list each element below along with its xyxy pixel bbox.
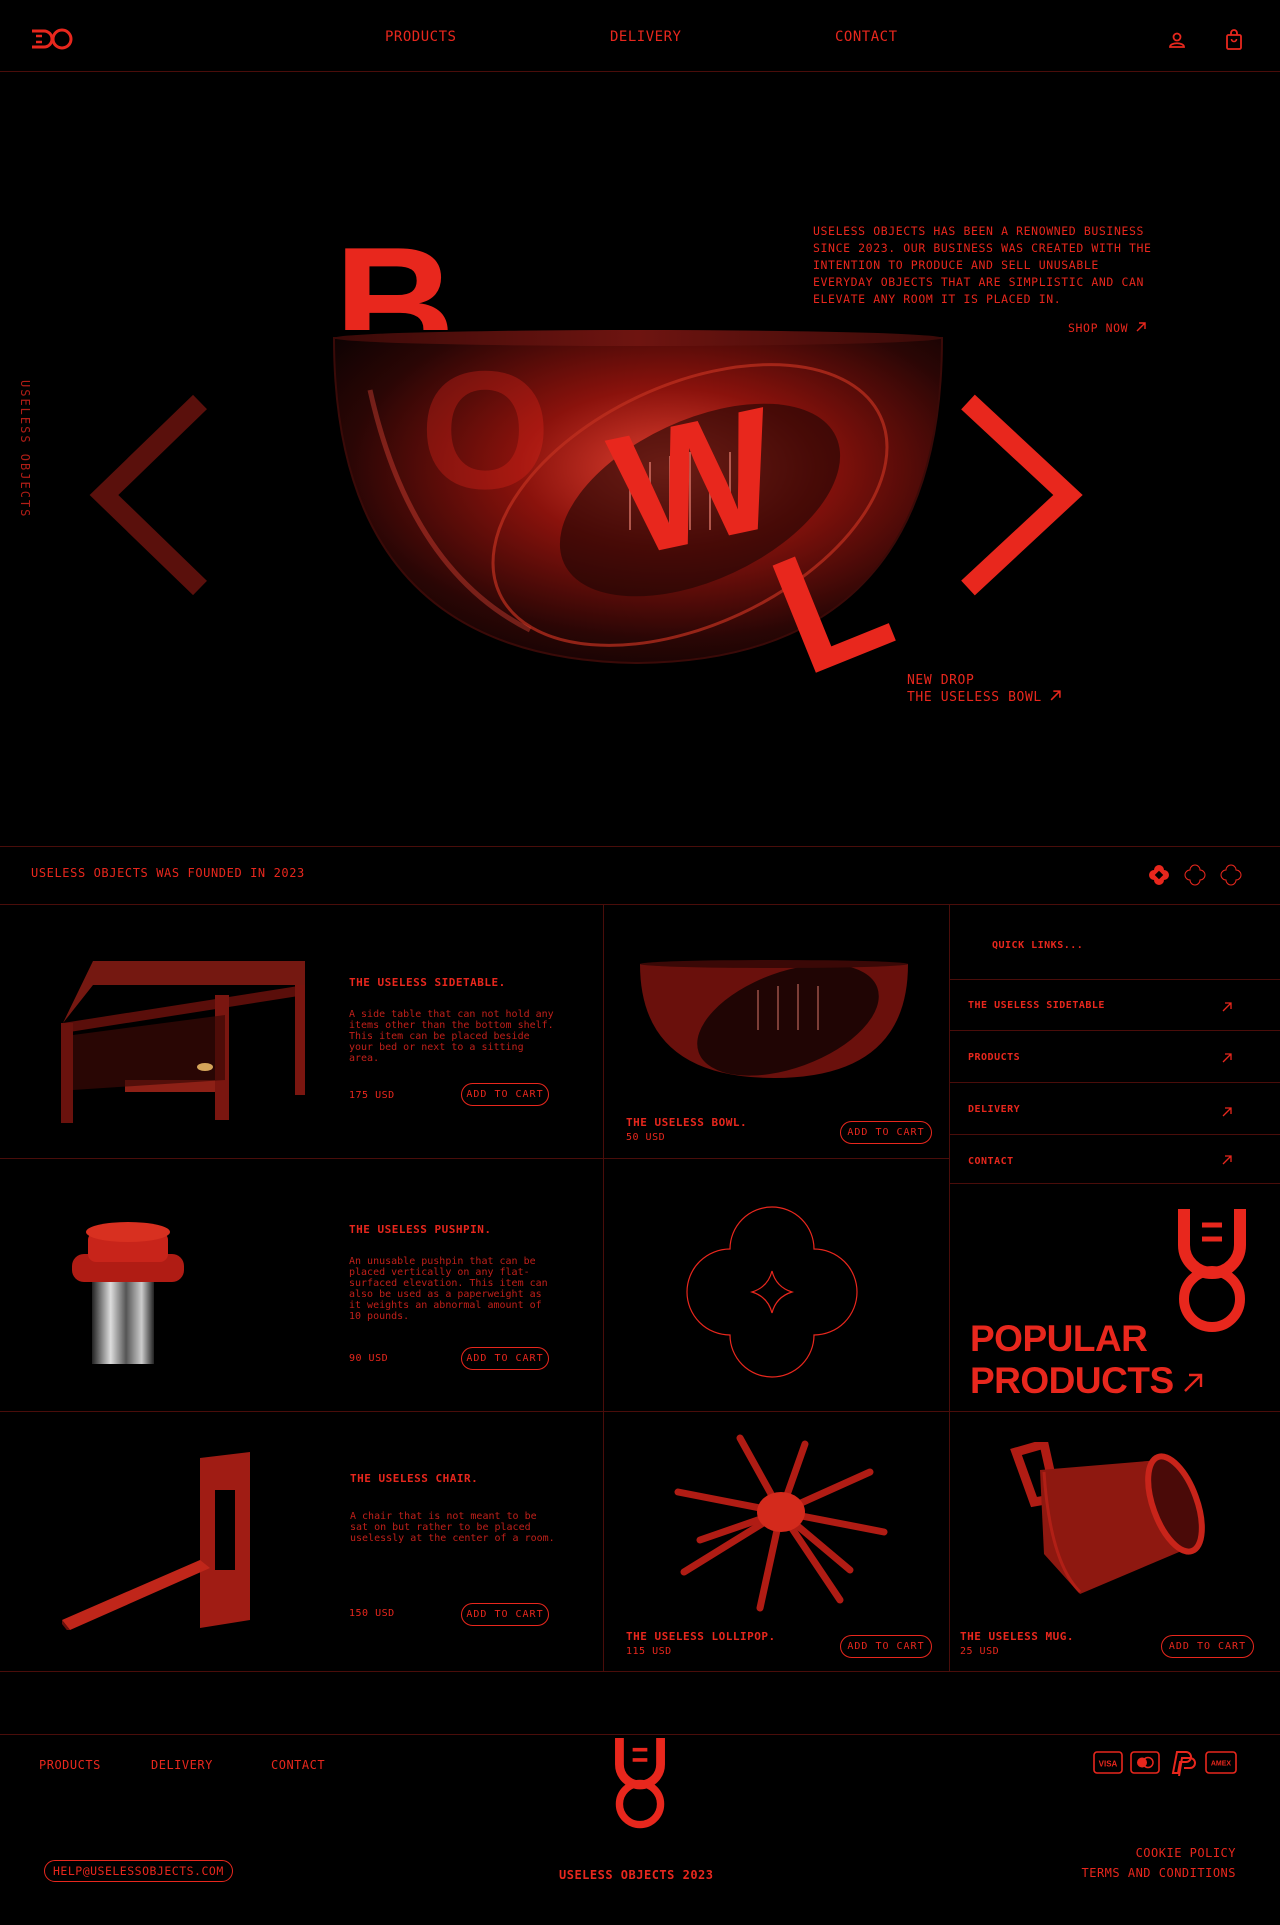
chair-title: THE USELESS CHAIR.: [350, 1472, 479, 1485]
hero-letter-b: B: [334, 222, 456, 330]
quick-link-label: THE USELESS SIDETABLE: [968, 1000, 1105, 1011]
user-icon: [1169, 32, 1185, 48]
slider-dots: [1148, 864, 1248, 890]
nav-delivery[interactable]: DELIVERY: [610, 29, 681, 45]
ql-divider: [949, 979, 1280, 980]
shopping-bag-icon: [1226, 29, 1242, 50]
prev-arrow-icon[interactable]: [88, 394, 210, 596]
shop-now-label: SHOP NOW: [1068, 321, 1129, 335]
chair-add-to-cart[interactable]: ADD TO CART: [461, 1603, 549, 1626]
mug-title: THE USELESS MUG.: [960, 1630, 1074, 1643]
pushpin-title: THE USELESS PUSHPIN.: [349, 1223, 492, 1236]
amex-icon: AMEX: [1205, 1751, 1237, 1774]
ql-divider: [949, 1030, 1280, 1031]
mug-add-to-cart[interactable]: ADD TO CART: [1161, 1635, 1254, 1658]
chair-price: 150 USD: [349, 1608, 395, 1619]
grid-hline-row1: [0, 1158, 950, 1159]
banner-text: USELESS OBJECTS WAS FOUNDED IN 2023: [31, 866, 305, 880]
popular-line2: PRODUCTS: [970, 1360, 1174, 1401]
flower-dot-icon[interactable]: [1184, 864, 1206, 886]
grid-vline-1: [603, 904, 604, 1671]
sidetable-add-to-cart[interactable]: ADD TO CART: [461, 1083, 549, 1106]
footer-copyright: USELESS OBJECTS 2023: [559, 1868, 714, 1882]
lollipop-image: [670, 1432, 892, 1618]
payment-methods: VISA AMEX: [1093, 1750, 1237, 1780]
sidetable-title: THE USELESS SIDETABLE.: [349, 976, 506, 989]
hero-about-text: USELESS OBJECTS HAS BEEN A RENOWNED BUSI…: [813, 224, 1152, 306]
terms-link[interactable]: TERMS AND CONDITIONS: [1082, 1866, 1237, 1880]
header-divider: [0, 71, 1280, 72]
bowl-price: 50 USD: [626, 1132, 666, 1143]
hero-letter-o: O: [420, 336, 551, 524]
quick-links-title: QUICK LINKS...: [992, 940, 1084, 951]
quick-link-label: DELIVERY: [968, 1104, 1021, 1115]
flower-emblem: [682, 1205, 862, 1384]
quick-link-label: CONTACT: [968, 1156, 1014, 1167]
nav-products[interactable]: PRODUCTS: [385, 29, 456, 45]
next-arrow-icon[interactable]: [960, 394, 1090, 596]
flower-dot-icon[interactable]: [1220, 864, 1242, 886]
mastercard-icon: [1130, 1751, 1160, 1774]
sidetable-desc: A side table that can not hold any items…: [349, 1009, 554, 1064]
arrow-up-right-icon: [1222, 1107, 1232, 1117]
footer-email[interactable]: HELP@USELESSOBJECTS.COM: [44, 1860, 233, 1882]
sidetable-image: [55, 955, 310, 1134]
bowl-image: [638, 960, 910, 1084]
svg-text:VISA: VISA: [1099, 1760, 1118, 1769]
ql-divider: [949, 1134, 1280, 1135]
new-drop-link[interactable]: NEW DROP THE USELESS BOWL: [907, 672, 1061, 706]
arrow-up-right-icon: [1050, 690, 1061, 701]
cart-button[interactable]: [1224, 29, 1244, 51]
popular-line1: POPULAR: [970, 1318, 1148, 1359]
hero-vertical-text: USELESS OBJECTS: [18, 380, 32, 519]
quick-link-label: PRODUCTS: [968, 1052, 1021, 1063]
paypal-icon: [1171, 1751, 1196, 1777]
popular-products-heading[interactable]: POPULAR PRODUCTS: [970, 1318, 1203, 1402]
visa-icon: VISA: [1093, 1751, 1123, 1774]
grid-vline-2: [949, 904, 950, 1671]
bowl-title: THE USELESS BOWL.: [626, 1116, 748, 1129]
lollipop-add-to-cart[interactable]: ADD TO CART: [840, 1635, 932, 1658]
footer-nav-products[interactable]: PRODUCTS: [39, 1758, 101, 1772]
mug-image: [1010, 1438, 1206, 1611]
ql-divider: [949, 1082, 1280, 1083]
arrow-up-right-icon: [1222, 1053, 1232, 1063]
shop-now-link[interactable]: SHOP NOW: [1068, 321, 1146, 335]
arrow-up-right-icon: [1222, 1155, 1232, 1165]
banner-divider-top: [0, 846, 1280, 847]
pushpin-add-to-cart[interactable]: ADD TO CART: [461, 1347, 549, 1370]
pushpin-desc: An unusable pushpin that can be placed v…: [349, 1256, 548, 1322]
arrow-up-right-icon: [1136, 322, 1146, 332]
new-drop-product: THE USELESS BOWL: [907, 690, 1042, 705]
pushpin-price: 90 USD: [349, 1353, 389, 1364]
arrow-up-right-icon: [1184, 1373, 1203, 1392]
grid-divider-top: [0, 904, 1280, 905]
sidetable-price: 175 USD: [349, 1090, 395, 1101]
grid-hline-row2: [0, 1411, 1280, 1412]
lollipop-price: 115 USD: [626, 1646, 672, 1657]
footer-logo-mark: [613, 1735, 667, 1833]
arrow-up-right-icon: [1222, 1002, 1232, 1012]
chair-desc: A chair that is not meant to be sat on b…: [350, 1511, 555, 1544]
pushpin-image: [68, 1212, 188, 1371]
svg-text:AMEX: AMEX: [1211, 1761, 1232, 1768]
logo-icon: [32, 28, 73, 50]
lollipop-title: THE USELESS LOLLIPOP.: [626, 1630, 776, 1643]
chair-image: [60, 1450, 260, 1634]
mug-price: 25 USD: [960, 1646, 1000, 1657]
ql-divider: [949, 1183, 1280, 1184]
bowl-add-to-cart[interactable]: ADD TO CART: [840, 1121, 932, 1144]
account-button[interactable]: [1167, 30, 1187, 50]
footer-nav-contact[interactable]: CONTACT: [271, 1758, 325, 1772]
grid-hline-bottom: [0, 1671, 1280, 1672]
footer-nav-delivery[interactable]: DELIVERY: [151, 1758, 213, 1772]
new-drop-label: NEW DROP: [907, 673, 975, 688]
nav-contact[interactable]: CONTACT: [835, 29, 898, 45]
site-logo[interactable]: [30, 28, 74, 50]
cookie-policy-link[interactable]: COOKIE POLICY: [1136, 1846, 1236, 1860]
flower-dot-active-icon[interactable]: [1149, 865, 1169, 885]
